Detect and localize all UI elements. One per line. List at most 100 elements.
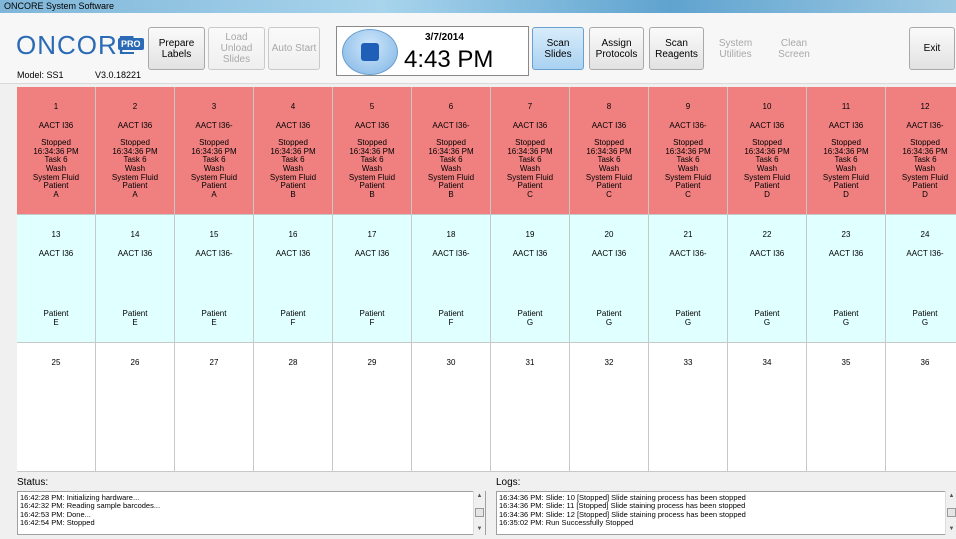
slide-protocol-name: AACT I36 — [38, 249, 74, 258]
slide-status: Stopped 16:34:36 PM Task 6 Wash System Fluid — [17, 138, 95, 183]
logs-scrollbar[interactable]: ▲ ▼ — [945, 491, 956, 535]
slide-protocol-name: AACT I36- — [669, 121, 707, 130]
slide-cell-24[interactable]: 24 AACT I36- Patient G — [886, 215, 956, 343]
slide-number: 2 — [132, 102, 138, 111]
slide-number: 19 — [525, 230, 535, 239]
slide-patient: Patient A — [17, 181, 95, 199]
slide-number: 34 — [762, 358, 772, 367]
slide-protocol-name: AACT I36- — [195, 121, 233, 130]
slide-status: Stopped 16:34:36 PM Task 6 Wash System Fluid — [886, 138, 956, 183]
slide-protocol-name: AACT I36 — [512, 249, 548, 258]
clean-screen-button[interactable]: Clean Screen — [768, 27, 820, 70]
slide-patient: Patient G — [886, 309, 956, 327]
slide-cell-30[interactable]: 30 — [412, 343, 491, 472]
slide-protocol-name: AACT I36 — [117, 249, 153, 258]
slide-patient: Patient E — [96, 309, 174, 327]
slide-number: 12 — [920, 102, 930, 111]
toolbar: ONCORE PRO Model: SS1 V3.0.18221 Prepare… — [0, 13, 956, 84]
version-label: V3.0.18221 — [95, 70, 142, 80]
slide-patient-line: E — [53, 317, 59, 327]
system-utilities-button[interactable]: System Utilities — [708, 27, 763, 70]
slide-patient: Patient B — [412, 181, 490, 199]
exit-button[interactable]: Exit — [909, 27, 955, 70]
slide-cell-16[interactable]: 16 AACT I36 Patient F — [254, 215, 333, 343]
prepare-labels-button[interactable]: Prepare Labels — [148, 27, 205, 70]
slide-protocol-name: AACT I36- — [432, 249, 470, 258]
logs-label: Logs: — [496, 477, 521, 488]
slide-cell-17[interactable]: 17 AACT I36 Patient F — [333, 215, 412, 343]
slide-cell-22[interactable]: 22 AACT I36 Patient G — [728, 215, 807, 343]
scroll-thumb[interactable] — [947, 508, 956, 517]
slide-cell-7[interactable]: 7 AACT I36 Stopped 16:34:36 PM Task 6 Wash Sys… — [491, 87, 570, 215]
slide-number: 15 — [209, 230, 219, 239]
logs-box[interactable]: 16:34:36 PM: Slide: 10 [Stopped] Slide s… — [496, 491, 956, 535]
slide-number: 27 — [209, 358, 219, 367]
assign-protocols-button[interactable]: Assign Protocols — [589, 27, 644, 70]
slide-cell-14[interactable]: 14 AACT I36 Patient E — [96, 215, 175, 343]
scan-slides-button[interactable]: Scan Slides — [532, 27, 584, 70]
slide-number: 35 — [841, 358, 851, 367]
slide-cell-15[interactable]: 15 AACT I36- Patient E — [175, 215, 254, 343]
scroll-up-icon[interactable]: ▲ — [946, 493, 956, 499]
slide-cell-27[interactable]: 27 — [175, 343, 254, 472]
slide-cell-18[interactable]: 18 AACT I36- Patient F — [412, 215, 491, 343]
slide-cell-4[interactable]: 4 AACT I36 Stopped 16:34:36 PM Task 6 Wash Sys… — [254, 87, 333, 215]
slide-status: Stopped 16:34:36 PM Task 6 Wash System Fluid — [175, 138, 253, 183]
stop-button[interactable] — [342, 29, 398, 75]
scroll-down-icon[interactable]: ▼ — [946, 526, 956, 532]
slide-patient: Patient G — [807, 309, 885, 327]
slide-cell-29[interactable]: 29 — [333, 343, 412, 472]
slide-protocol-name: AACT I36- — [432, 121, 470, 130]
slide-patient: Patient F — [412, 309, 490, 327]
slide-cell-3[interactable]: 3 AACT I36- Stopped 16:34:36 PM Task 6 Wash Sy… — [175, 87, 254, 215]
slide-cell-31[interactable]: 31 — [491, 343, 570, 472]
slide-cell-19[interactable]: 19 AACT I36 Patient G — [491, 215, 570, 343]
slide-cell-2[interactable]: 2 AACT I36 Stopped 16:34:36 PM Task 6 Wash Sys… — [96, 87, 175, 215]
slide-patient-line: G — [763, 317, 771, 327]
status-scrollbar[interactable]: ▲ ▼ — [473, 491, 485, 535]
slide-patient: Patient F — [254, 309, 332, 327]
slide-cell-12[interactable]: 12 AACT I36- Stopped 16:34:36 PM Task 6 Wash S… — [886, 87, 956, 215]
scroll-down-icon[interactable]: ▼ — [474, 526, 485, 532]
slide-number: 26 — [130, 358, 140, 367]
slide-cell-35[interactable]: 35 — [807, 343, 886, 472]
scan-reagents-button[interactable]: Scan Reagents — [649, 27, 704, 70]
pro-badge: PRO — [118, 38, 144, 50]
slide-cell-13[interactable]: 13 AACT I36 Patient E — [17, 215, 96, 343]
slide-protocol-name: AACT I36 — [275, 249, 311, 258]
slide-number: 6 — [448, 102, 454, 111]
slide-patient: Patient E — [17, 309, 95, 327]
load-unload-slides-button[interactable]: Load Unload Slides — [208, 27, 265, 70]
slide-cell-20[interactable]: 20 AACT I36 Patient G — [570, 215, 649, 343]
slide-cell-11[interactable]: 11 AACT I36 Stopped 16:34:36 PM Task 6 Wash Sy… — [807, 87, 886, 215]
model-label: Model: SS1 — [17, 70, 64, 80]
slide-patient: Patient G — [491, 309, 569, 327]
slide-cell-23[interactable]: 23 AACT I36 Patient G — [807, 215, 886, 343]
slide-number: 8 — [606, 102, 612, 111]
slide-cell-33[interactable]: 33 — [649, 343, 728, 472]
current-time: 4:43 PM — [404, 46, 494, 73]
slide-cell-9[interactable]: 9 AACT I36- Stopped 16:34:36 PM Task 6 Wash Sy… — [649, 87, 728, 215]
slide-patient-line: C — [606, 189, 612, 199]
slide-number: 4 — [290, 102, 296, 111]
slide-cell-26[interactable]: 26 — [96, 343, 175, 472]
slide-cell-25[interactable]: 25 — [17, 343, 96, 472]
slide-protocol-name: AACT I36 — [591, 249, 627, 258]
slide-cell-34[interactable]: 34 — [728, 343, 807, 472]
slide-cell-36[interactable]: 36 — [886, 343, 956, 472]
slide-cell-6[interactable]: 6 AACT I36- Stopped 16:34:36 PM Task 6 Wash Sy… — [412, 87, 491, 215]
slide-cell-28[interactable]: 28 — [254, 343, 333, 472]
slide-number: 17 — [367, 230, 377, 239]
slide-status: Stopped 16:34:36 PM Task 6 Wash System Fluid — [807, 138, 885, 183]
slide-cell-1[interactable]: 1 AACT I36 Stopped 16:34:36 PM Task 6 Wash Sys… — [17, 87, 96, 215]
auto-start-button[interactable]: Auto Start — [268, 27, 320, 70]
scroll-thumb[interactable] — [475, 508, 484, 517]
slide-cell-8[interactable]: 8 AACT I36 Stopped 16:34:36 PM Task 6 Wash Sys… — [570, 87, 649, 215]
scroll-up-icon[interactable]: ▲ — [474, 493, 485, 499]
status-log-box[interactable]: 16:42:28 PM: Initializing hardware... 16:… — [17, 491, 486, 535]
slide-cell-10[interactable]: 10 AACT I36 Stopped 16:34:36 PM Task 6 Wash Sy… — [728, 87, 807, 215]
slide-cell-21[interactable]: 21 AACT I36- Patient G — [649, 215, 728, 343]
slide-patient: Patient G — [728, 309, 806, 327]
slide-cell-5[interactable]: 5 AACT I36 Stopped 16:34:36 PM Task 6 Wash Sys… — [333, 87, 412, 215]
slide-cell-32[interactable]: 32 — [570, 343, 649, 472]
